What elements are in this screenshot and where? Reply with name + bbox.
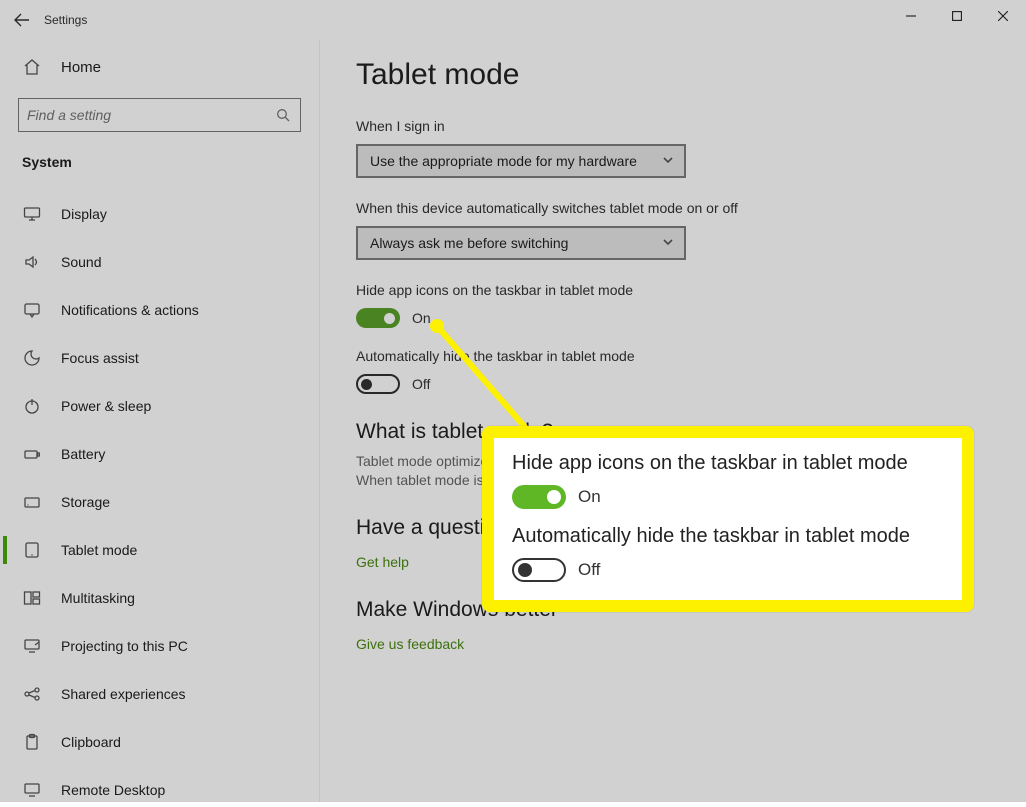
focus-assist-icon <box>23 349 41 367</box>
hide-icons-toggle[interactable] <box>356 308 400 328</box>
sidebar-section-label: System <box>0 148 319 184</box>
back-button[interactable] <box>0 12 44 28</box>
sidebar-item-label: Power & sleep <box>61 398 151 414</box>
sidebar-home-label: Home <box>61 59 101 76</box>
sidebar-home[interactable]: Home <box>0 46 319 88</box>
sidebar-item-sound[interactable]: Sound <box>0 238 319 286</box>
power-sleep-icon <box>23 397 41 415</box>
settings-window: Settings Home <box>0 0 1026 802</box>
sidebar-item-label: Remote Desktop <box>61 782 165 798</box>
chevron-down-icon <box>662 153 674 169</box>
storage-icon <box>23 493 41 511</box>
close-button[interactable] <box>980 0 1026 32</box>
sidebar-item-tablet-mode[interactable]: Tablet mode <box>0 526 319 574</box>
chevron-down-icon <box>662 235 674 251</box>
tablet-mode-icon <box>23 541 41 559</box>
battery-icon <box>23 445 41 463</box>
switch-label: When this device automatically switches … <box>356 200 990 216</box>
sidebar-item-projecting[interactable]: Projecting to this PC <box>0 622 319 670</box>
signin-label: When I sign in <box>356 118 990 134</box>
sidebar-item-notifications[interactable]: Notifications & actions <box>0 286 319 334</box>
sidebar-item-label: Shared experiences <box>61 686 186 702</box>
multitasking-icon <box>23 589 41 607</box>
sidebar-item-label: Clipboard <box>61 734 121 750</box>
sidebar-item-storage[interactable]: Storage <box>0 478 319 526</box>
hide-icons-label: Hide app icons on the taskbar in tablet … <box>356 282 990 298</box>
sidebar-item-label: Sound <box>61 254 101 270</box>
auto-hide-toggle-row: Off <box>356 374 990 394</box>
home-icon <box>23 58 41 76</box>
sidebar-item-label: Battery <box>61 446 105 462</box>
callout-auto-hide-row: Off <box>512 558 944 582</box>
sidebar-item-label: Multitasking <box>61 590 135 606</box>
switch-select[interactable]: Always ask me before switching <box>356 226 686 260</box>
clipboard-icon <box>23 733 41 751</box>
sidebar-item-multitasking[interactable]: Multitasking <box>0 574 319 622</box>
switch-select-value: Always ask me before switching <box>370 235 568 251</box>
sidebar-item-label: Storage <box>61 494 110 510</box>
content: Tablet mode When I sign in Use the appro… <box>320 40 1026 802</box>
maximize-button[interactable] <box>934 0 980 32</box>
sidebar-item-shared-experiences[interactable]: Shared experiences <box>0 670 319 718</box>
sound-icon <box>23 253 41 271</box>
auto-hide-label: Automatically hide the taskbar in tablet… <box>356 348 990 364</box>
sidebar-item-label: Focus assist <box>61 350 139 366</box>
display-icon <box>23 205 41 223</box>
callout-auto-hide-toggle[interactable] <box>512 558 566 582</box>
auto-hide-state: Off <box>412 376 430 392</box>
sidebar-nav: Display Sound Notifications & actions Focus… <box>0 184 319 802</box>
search-icon <box>274 108 292 122</box>
notifications-icon <box>23 301 41 319</box>
sidebar-item-remote-desktop[interactable]: Remote Desktop <box>0 766 319 802</box>
hide-icons-toggle-row: On <box>356 308 990 328</box>
titlebar: Settings <box>0 0 1026 40</box>
callout-hide-icons-row: On <box>512 485 944 509</box>
search-input[interactable] <box>27 107 274 123</box>
sidebar-item-label: Notifications & actions <box>61 302 199 318</box>
feedback-link[interactable]: Give us feedback <box>356 636 464 652</box>
callout-hide-icons-toggle[interactable] <box>512 485 566 509</box>
callout-hide-icons-label: Hide app icons on the taskbar in tablet … <box>512 452 944 475</box>
page-title: Tablet mode <box>356 58 990 92</box>
projecting-icon <box>23 637 41 655</box>
sidebar-item-display[interactable]: Display <box>0 190 319 238</box>
sidebar-item-label: Projecting to this PC <box>61 638 188 654</box>
window-controls <box>888 0 1026 32</box>
sidebar-item-battery[interactable]: Battery <box>0 430 319 478</box>
callout-auto-hide-label: Automatically hide the taskbar in tablet… <box>512 525 944 548</box>
callout-hide-icons-state: On <box>578 487 601 507</box>
search-box[interactable] <box>18 98 301 132</box>
sidebar-item-focus-assist[interactable]: Focus assist <box>0 334 319 382</box>
signin-select[interactable]: Use the appropriate mode for my hardware <box>356 144 686 178</box>
sidebar-item-label: Display <box>61 206 107 222</box>
sidebar-item-power-sleep[interactable]: Power & sleep <box>0 382 319 430</box>
sidebar-item-clipboard[interactable]: Clipboard <box>0 718 319 766</box>
search-wrapper <box>0 98 319 148</box>
remote-desktop-icon <box>23 781 41 799</box>
auto-hide-toggle[interactable] <box>356 374 400 394</box>
sidebar: Home System Display Sound Notifications & … <box>0 40 320 802</box>
signin-select-value: Use the appropriate mode for my hardware <box>370 153 637 169</box>
sidebar-item-label: Tablet mode <box>61 542 137 558</box>
callout-auto-hide-state: Off <box>578 560 600 580</box>
shared-experiences-icon <box>23 685 41 703</box>
get-help-link[interactable]: Get help <box>356 554 409 570</box>
callout: Hide app icons on the taskbar in tablet … <box>482 426 974 612</box>
window-title: Settings <box>44 13 87 27</box>
hide-icons-state: On <box>412 310 431 326</box>
minimize-button[interactable] <box>888 0 934 32</box>
